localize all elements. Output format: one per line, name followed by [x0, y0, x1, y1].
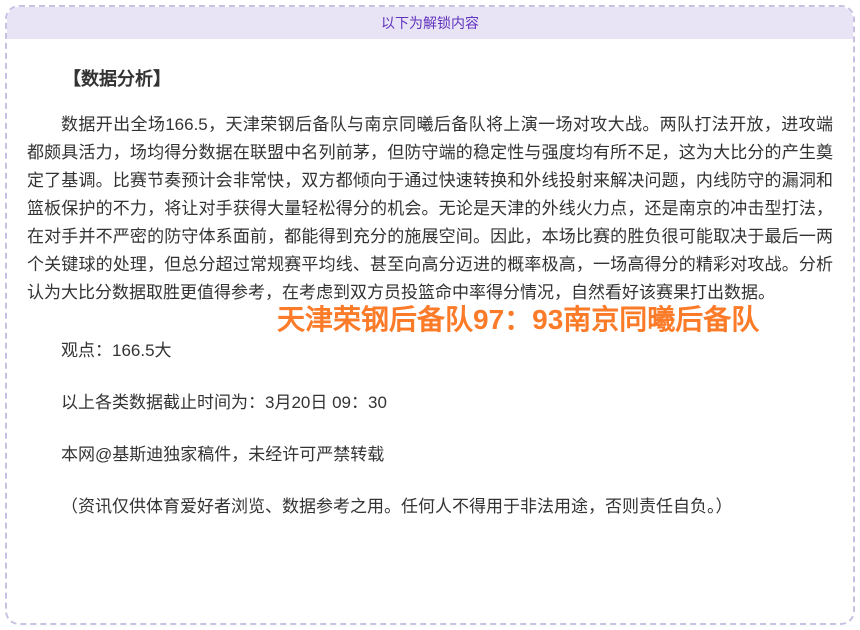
section-heading: 【数据分析】	[27, 65, 833, 93]
unlock-banner: 以下为解锁内容	[7, 7, 853, 39]
score-prediction: 天津荣钢后备队97：93南京同曦后备队	[277, 303, 833, 337]
article-content: 【数据分析】 数据开出全场166.5，天津荣钢后备队与南京同曦后备队将上演一场对…	[7, 65, 853, 521]
analysis-paragraph: 数据开出全场166.5，天津荣钢后备队与南京同曦后备队将上演一场对攻大战。两队打…	[27, 111, 833, 307]
unlocked-content-card: 以下为解锁内容 【数据分析】 数据开出全场166.5，天津荣钢后备队与南京同曦后…	[5, 5, 855, 625]
disclaimer-line: （资讯仅供体育爱好者浏览、数据参考之用。任何人不得用于非法用途，否则责任自负。）	[27, 493, 833, 521]
copyright-line: 本网@基斯迪独家稿件，未经许可严禁转载	[27, 441, 833, 469]
unlock-banner-label: 以下为解锁内容	[381, 13, 479, 33]
viewpoint-line: 观点：166.5大	[27, 337, 833, 365]
data-cutoff-line: 以上各类数据截止时间为：3月20日 09：30	[27, 389, 833, 417]
